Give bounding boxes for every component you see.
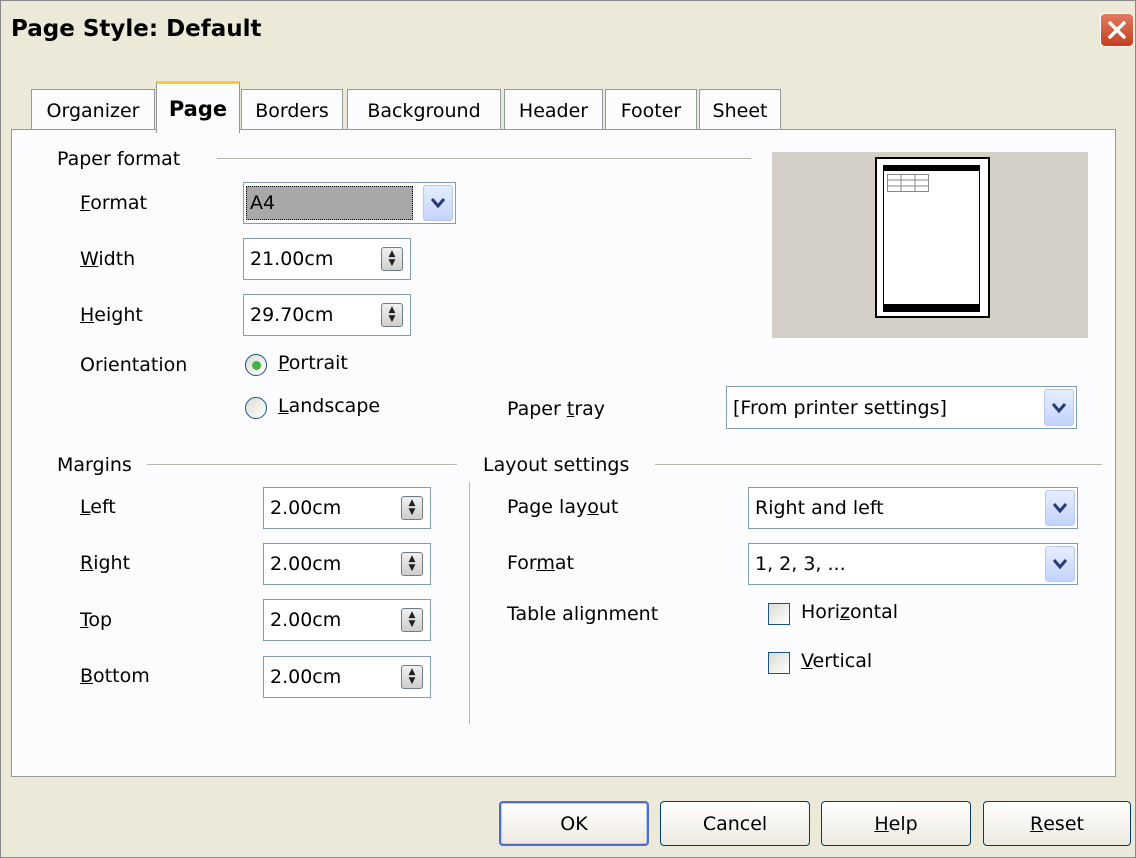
chevron-down-icon	[1053, 503, 1067, 513]
horizontal-label[interactable]: Horizontal	[801, 601, 898, 623]
right-margin-label: Right	[80, 552, 131, 574]
vertical-label[interactable]: Vertical	[801, 650, 872, 672]
orientation-label: Orientation	[80, 354, 188, 376]
portrait-label[interactable]: Portrait	[278, 352, 348, 374]
cancel-button[interactable]: Cancel	[660, 801, 810, 846]
paper-tray-select[interactable]: [From printer settings]	[726, 386, 1077, 429]
bottom-margin-label: Bottom	[80, 665, 150, 687]
tab-header[interactable]: Header	[504, 89, 603, 131]
format-dropdown-button[interactable]	[423, 185, 453, 221]
dialog-window: Page Style: Default Organizer Page Borde…	[0, 0, 1136, 858]
page-layout-value: Right and left	[755, 497, 884, 519]
spin-down-icon: ▼	[408, 619, 416, 629]
top-margin-spin-button[interactable]: ▲ ▼	[401, 608, 423, 632]
margins-group-title: Margins	[57, 454, 132, 476]
group-divider	[217, 158, 751, 159]
preview-header-bar	[884, 166, 979, 171]
vertical-checkbox[interactable]	[768, 652, 790, 674]
top-margin-field[interactable]: 2.00cm ▲ ▼	[263, 599, 431, 641]
width-field[interactable]: 21.00cm ▲ ▼	[243, 238, 411, 280]
horizontal-checkbox[interactable]	[768, 603, 790, 625]
paper-tray-dropdown-button[interactable]	[1044, 389, 1074, 426]
page-layout-dropdown-button[interactable]	[1045, 490, 1075, 526]
top-margin-label: Top	[80, 609, 113, 631]
right-margin-field[interactable]: 2.00cm ▲ ▼	[263, 543, 431, 585]
height-label: Height	[80, 304, 143, 326]
numbering-format-select[interactable]: 1, 2, 3, ...	[748, 543, 1078, 585]
bottom-margin-value: 2.00cm	[270, 666, 342, 688]
spin-down-icon: ▼	[388, 258, 396, 268]
tab-panel: Paper format Format A4 Width 21.00cm ▲ ▼ …	[11, 129, 1116, 777]
landscape-label[interactable]: Landscape	[278, 395, 380, 417]
numbering-format-label: Format	[507, 552, 574, 574]
landscape-radio[interactable]	[245, 397, 267, 419]
bottom-margin-field[interactable]: 2.00cm ▲ ▼	[263, 656, 431, 698]
tab-footer[interactable]: Footer	[605, 89, 697, 131]
preview-page	[875, 157, 990, 318]
vertical-divider	[469, 482, 470, 724]
top-margin-value: 2.00cm	[270, 609, 342, 631]
radio-selected-dot	[251, 360, 261, 370]
window-title: Page Style: Default	[11, 16, 262, 42]
layout-settings-group-title: Layout settings	[483, 454, 630, 476]
right-margin-spin-button[interactable]: ▲ ▼	[401, 552, 423, 576]
preview-footer-bar	[884, 304, 979, 311]
close-button[interactable]	[1100, 13, 1134, 47]
spin-down-icon: ▼	[408, 676, 416, 686]
numbering-format-value: 1, 2, 3, ...	[755, 553, 846, 575]
spin-down-icon: ▼	[388, 314, 396, 324]
format-selected-value: A4	[246, 186, 413, 220]
width-spin-button[interactable]: ▲ ▼	[381, 247, 403, 271]
spin-down-icon: ▼	[408, 563, 416, 573]
tab-borders[interactable]: Borders	[241, 89, 343, 131]
page-preview	[772, 152, 1088, 338]
tab-sheet[interactable]: Sheet	[699, 89, 781, 131]
format-select[interactable]: A4	[243, 182, 456, 224]
height-value: 29.70cm	[250, 304, 334, 326]
close-icon	[1108, 21, 1126, 39]
height-spin-button[interactable]: ▲ ▼	[381, 303, 403, 327]
chevron-down-icon	[431, 198, 445, 208]
reset-button[interactable]: Reset	[983, 801, 1131, 846]
page-layout-label: Page layout	[507, 496, 619, 518]
paper-tray-value: [From printer settings]	[733, 396, 947, 419]
right-margin-value: 2.00cm	[270, 553, 342, 575]
tab-organizer[interactable]: Organizer	[31, 89, 155, 131]
chevron-down-icon	[1053, 559, 1067, 569]
width-value: 21.00cm	[250, 248, 334, 270]
help-button[interactable]: Help	[821, 801, 971, 846]
numbering-format-dropdown-button[interactable]	[1045, 546, 1075, 582]
table-alignment-label: Table alignment	[507, 603, 659, 625]
preview-content-area	[883, 165, 980, 312]
paper-format-group-title: Paper format	[57, 148, 181, 170]
left-margin-spin-button[interactable]: ▲ ▼	[401, 496, 423, 520]
height-field[interactable]: 29.70cm ▲ ▼	[243, 294, 411, 336]
tab-background[interactable]: Background	[347, 89, 501, 131]
left-margin-label: Left	[80, 496, 116, 518]
page-layout-select[interactable]: Right and left	[748, 487, 1078, 529]
group-divider	[655, 464, 1102, 465]
spin-down-icon: ▼	[408, 507, 416, 517]
ok-button[interactable]: OK	[499, 801, 649, 846]
tab-page[interactable]: Page	[156, 81, 240, 133]
group-divider	[147, 464, 457, 465]
width-label: Width	[80, 248, 136, 270]
left-margin-value: 2.00cm	[270, 497, 342, 519]
paper-tray-label: Paper tray	[507, 398, 606, 420]
format-label: Format	[80, 192, 147, 214]
bottom-margin-spin-button[interactable]: ▲ ▼	[401, 665, 423, 689]
portrait-radio[interactable]	[245, 354, 267, 376]
left-margin-field[interactable]: 2.00cm ▲ ▼	[263, 487, 431, 529]
chevron-down-icon	[1052, 402, 1066, 413]
preview-table-icon	[887, 174, 929, 192]
